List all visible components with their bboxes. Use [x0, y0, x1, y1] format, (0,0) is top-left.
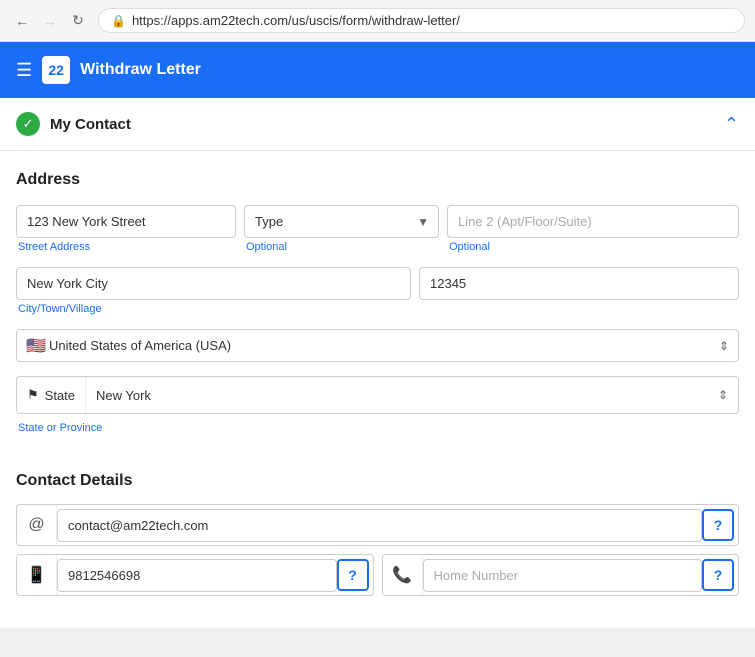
form-area: Address Street Address Type ▼ Optional O…	[0, 151, 755, 628]
browser-chrome: ← → ↻ 🔒 https://apps.am22tech.com/us/usc…	[0, 0, 755, 42]
back-button[interactable]: ←	[10, 9, 34, 33]
state-select[interactable]: New York	[86, 377, 738, 413]
my-contact-title: My Contact	[50, 116, 131, 133]
email-icon-wrapper: @	[17, 505, 57, 545]
app-header: ☰ 22 Withdraw Letter	[0, 42, 755, 98]
state-select-wrapper: ⚑ State New York ⇕	[16, 376, 739, 414]
collapse-button[interactable]: ⌃	[724, 114, 739, 135]
city-label: City/Town/Village	[16, 303, 411, 315]
email-row: @ ?	[16, 504, 739, 546]
street-row: Street Address Type ▼ Optional Optional	[16, 205, 739, 253]
line2-group: Optional	[447, 205, 739, 253]
app-logo: 22	[42, 56, 70, 84]
country-select[interactable]: United States of America (USA)	[16, 329, 739, 362]
home-number-input[interactable]	[423, 559, 703, 592]
my-contact-header: ✓ My Contact ⌃	[0, 98, 755, 151]
forward-icon: →	[43, 13, 57, 29]
street-address-group: Street Address	[16, 205, 236, 253]
type-select-wrapper: Type ▼	[244, 205, 439, 238]
city-group: City/Town/Village	[16, 267, 411, 315]
my-contact-left: ✓ My Contact	[16, 112, 131, 136]
city-input[interactable]	[16, 267, 411, 300]
home-help-button[interactable]: ?	[702, 559, 734, 591]
mobile-input[interactable]	[57, 559, 337, 592]
state-label-text: State	[45, 388, 75, 403]
address-type-group: Type ▼ Optional	[244, 205, 439, 253]
country-select-wrapper: 🇺🇸 United States of America (USA) ⇕	[16, 329, 739, 362]
contact-section-title: Contact Details	[16, 472, 739, 490]
country-row: 🇺🇸 United States of America (USA) ⇕	[16, 329, 739, 362]
zip-group	[419, 267, 739, 315]
mobile-help-button[interactable]: ?	[337, 559, 369, 591]
refresh-icon: ↻	[72, 12, 84, 29]
mobile-icon-wrapper: 📱	[17, 555, 57, 595]
nav-buttons: ← → ↻	[10, 9, 90, 33]
app-title: Withdraw Letter	[80, 61, 201, 79]
street-address-label: Street Address	[16, 241, 236, 253]
email-input[interactable]	[57, 509, 702, 542]
landline-icon-wrapper: 📞	[383, 555, 423, 595]
type-select[interactable]: Type	[244, 205, 439, 238]
url-text: https://apps.am22tech.com/us/uscis/form/…	[132, 13, 460, 28]
line2-optional-label: Optional	[447, 241, 739, 253]
email-help-button[interactable]: ?	[702, 509, 734, 541]
state-flag-icon: ⚑	[27, 387, 39, 403]
type-optional-label: Optional	[244, 241, 439, 253]
state-row: ⚑ State New York ⇕	[16, 376, 739, 414]
back-icon: ←	[15, 13, 29, 29]
email-at-icon: @	[28, 516, 44, 534]
line2-input[interactable]	[447, 205, 739, 238]
city-zip-row: City/Town/Village	[16, 267, 739, 315]
street-address-input[interactable]	[16, 205, 236, 238]
landline-icon: 📞	[392, 565, 412, 585]
lock-icon: 🔒	[111, 14, 126, 28]
forward-button[interactable]: →	[38, 9, 62, 33]
main-content: ✓ My Contact ⌃ Address Street Address Ty…	[0, 98, 755, 628]
refresh-button[interactable]: ↻	[66, 9, 90, 33]
address-bar[interactable]: 🔒 https://apps.am22tech.com/us/uscis/for…	[98, 8, 745, 33]
phone-row: 📱 ? 📞 ?	[16, 554, 739, 596]
mobile-row: 📱 ?	[16, 554, 374, 596]
contact-details-section: Contact Details @ ? 📱 ?	[16, 472, 739, 596]
home-number-row: 📞 ?	[382, 554, 740, 596]
mobile-phone-icon: 📱	[27, 565, 47, 585]
state-province-label: State or Province	[16, 422, 102, 434]
menu-icon[interactable]: ☰	[16, 60, 32, 81]
zip-input[interactable]	[419, 267, 739, 300]
address-section-title: Address	[16, 171, 739, 189]
check-circle-icon: ✓	[16, 112, 40, 136]
check-icon: ✓	[23, 116, 34, 132]
state-inner-label: ⚑ State	[17, 377, 86, 413]
